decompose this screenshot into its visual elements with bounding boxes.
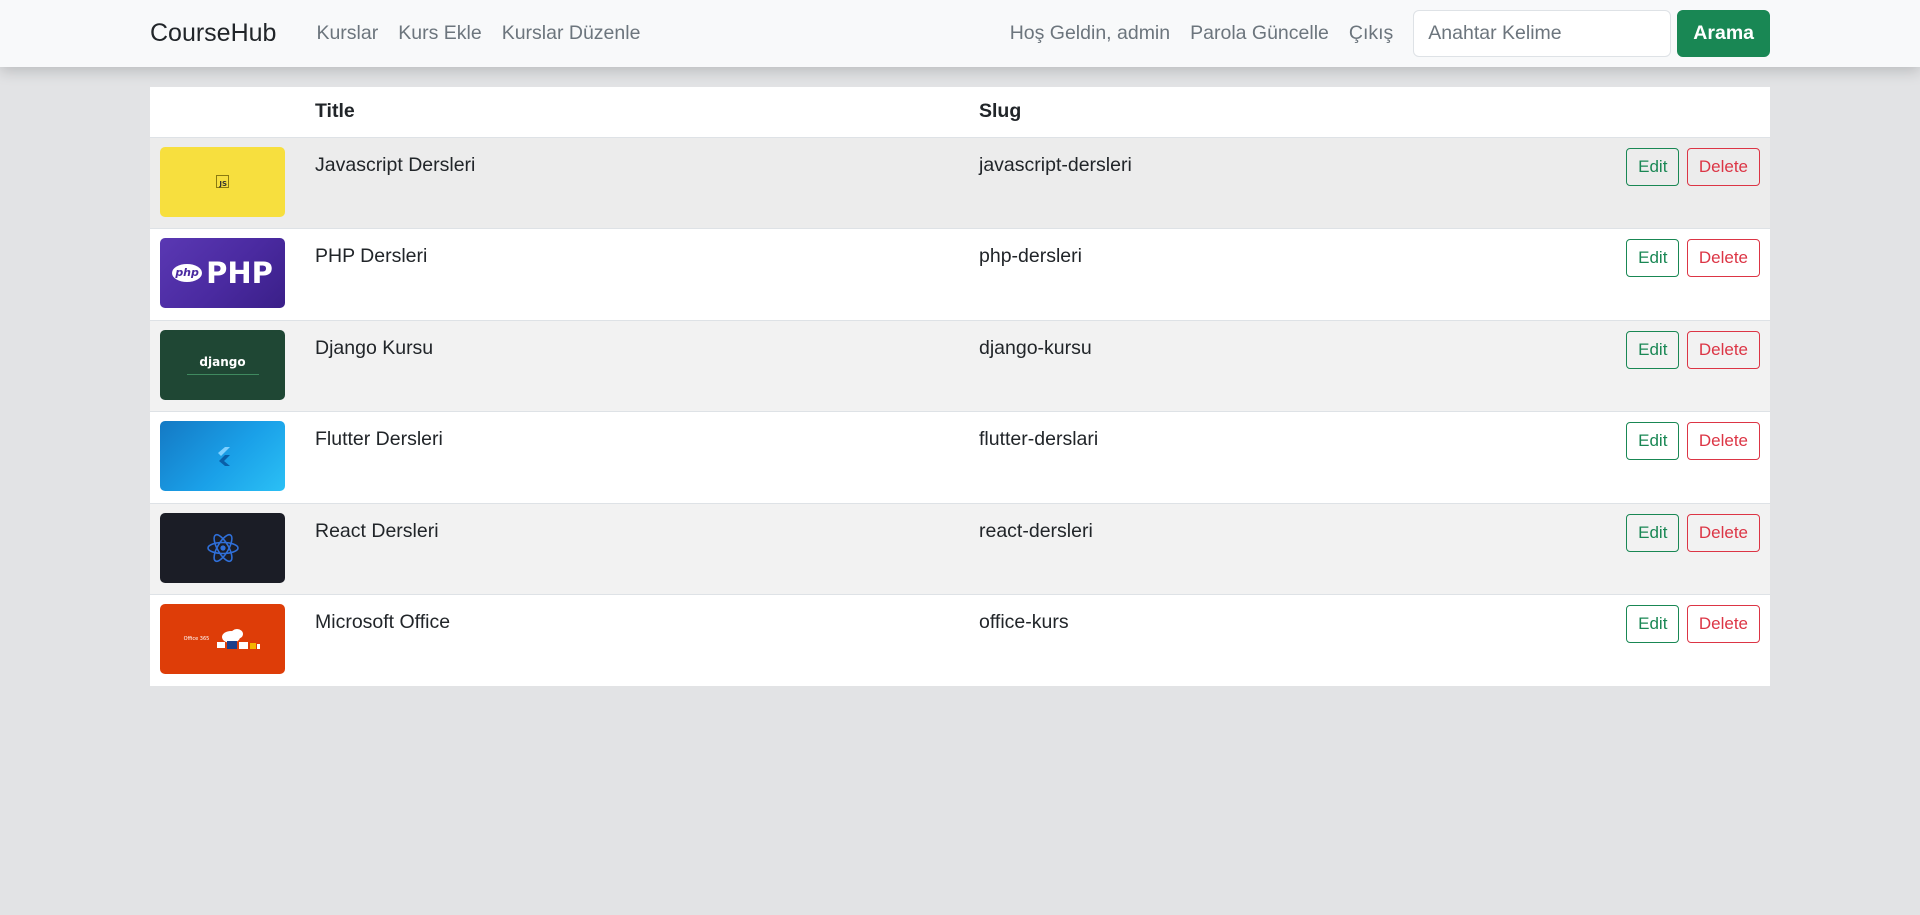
course-slug: php-dersleri	[979, 245, 1082, 267]
delete-button[interactable]: Delete	[1686, 147, 1760, 186]
course-slug: django-kursu	[979, 336, 1092, 359]
nav-link-kurslar-duzenle[interactable]: Kurslar Düzenle	[492, 22, 651, 45]
course-title: Javascript Dersleri	[315, 153, 476, 176]
column-header-slug: Slug	[969, 87, 1393, 138]
course-thumbnail: django	[160, 329, 285, 400]
table-row: django Django Kursu django-kursu Edit De…	[150, 320, 1770, 412]
nav-link-kurs-ekle[interactable]: Kurs Ekle	[388, 22, 491, 45]
nav-link-welcome[interactable]: Hoş Geldin, admin	[1000, 22, 1180, 45]
search-input[interactable]	[1413, 10, 1672, 57]
nav-link-kurslar[interactable]: Kurslar	[306, 22, 388, 45]
course-slug: flutter-derslari	[979, 428, 1099, 450]
delete-button[interactable]: Delete	[1686, 422, 1760, 460]
table-row: Office 365 Microsoft Office office-kurs …	[150, 595, 1770, 687]
course-thumbnail	[160, 512, 285, 583]
search-button[interactable]: Arama	[1677, 10, 1770, 57]
course-slug: office-kurs	[979, 611, 1069, 633]
course-thumbnail	[160, 421, 285, 491]
edit-button[interactable]: Edit	[1626, 422, 1680, 460]
delete-button[interactable]: Delete	[1686, 605, 1760, 643]
table-row: React Dersleri react-dersleri Edit Delet…	[150, 503, 1770, 595]
table-row: php PHP PHP Dersleri php-dersleri Edit D…	[150, 229, 1770, 320]
django-logo-icon: django	[186, 355, 259, 375]
course-table: Title Slug JS Javascript Dersleri javasc…	[150, 87, 1770, 686]
course-thumbnail: JS	[160, 146, 285, 217]
course-slug: react-dersleri	[979, 519, 1093, 542]
flutter-logo-icon	[217, 447, 230, 466]
course-thumbnail: php PHP	[160, 238, 285, 308]
nav-link-logout[interactable]: Çıkış	[1339, 22, 1403, 45]
navbar: CourseHub Kurslar Kurs Ekle Kurslar Düze…	[0, 0, 1920, 67]
course-table-container: Title Slug JS Javascript Dersleri javasc…	[150, 87, 1770, 686]
edit-button[interactable]: Edit	[1626, 513, 1680, 552]
column-header-image	[150, 87, 305, 138]
edit-button[interactable]: Edit	[1626, 147, 1680, 186]
table-row: Flutter Dersleri flutter-derslari Edit D…	[150, 412, 1770, 503]
react-logo-icon	[206, 533, 239, 562]
course-thumbnail: Office 365	[160, 604, 285, 674]
column-header-title: Title	[305, 87, 969, 138]
delete-button[interactable]: Delete	[1686, 330, 1760, 369]
js-logo-icon: JS	[216, 175, 229, 188]
php-logo-icon: php PHP	[172, 256, 273, 290]
nav-link-password[interactable]: Parola Güncelle	[1180, 22, 1339, 45]
brand-link[interactable]: CourseHub	[150, 19, 276, 48]
table-row: JS Javascript Dersleri javascript-dersle…	[150, 137, 1770, 229]
delete-button[interactable]: Delete	[1686, 239, 1760, 277]
course-title: Flutter Dersleri	[315, 428, 443, 450]
course-title: React Dersleri	[315, 519, 439, 542]
delete-button[interactable]: Delete	[1686, 513, 1760, 552]
edit-button[interactable]: Edit	[1626, 239, 1680, 277]
column-header-actions	[1392, 87, 1770, 138]
course-title: PHP Dersleri	[315, 245, 428, 267]
course-slug: javascript-dersleri	[979, 153, 1132, 176]
edit-button[interactable]: Edit	[1626, 605, 1680, 643]
edit-button[interactable]: Edit	[1626, 330, 1680, 369]
office-logo-icon: Office 365	[184, 628, 262, 650]
course-title: Microsoft Office	[315, 611, 451, 633]
course-title: Django Kursu	[315, 336, 434, 359]
table-header-row: Title Slug	[150, 87, 1770, 138]
